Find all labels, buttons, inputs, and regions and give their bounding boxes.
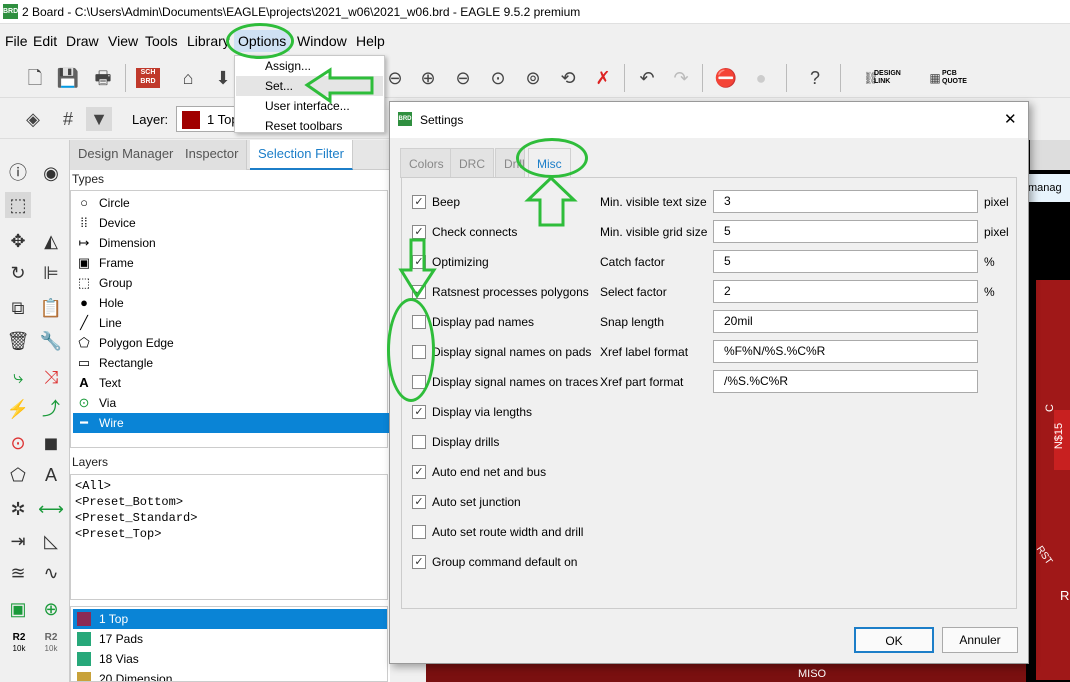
up-arrow-icon xyxy=(524,175,578,227)
annotation-arrows xyxy=(304,67,578,299)
down-arrow-icon xyxy=(398,238,437,299)
left-arrow-icon xyxy=(304,67,374,104)
